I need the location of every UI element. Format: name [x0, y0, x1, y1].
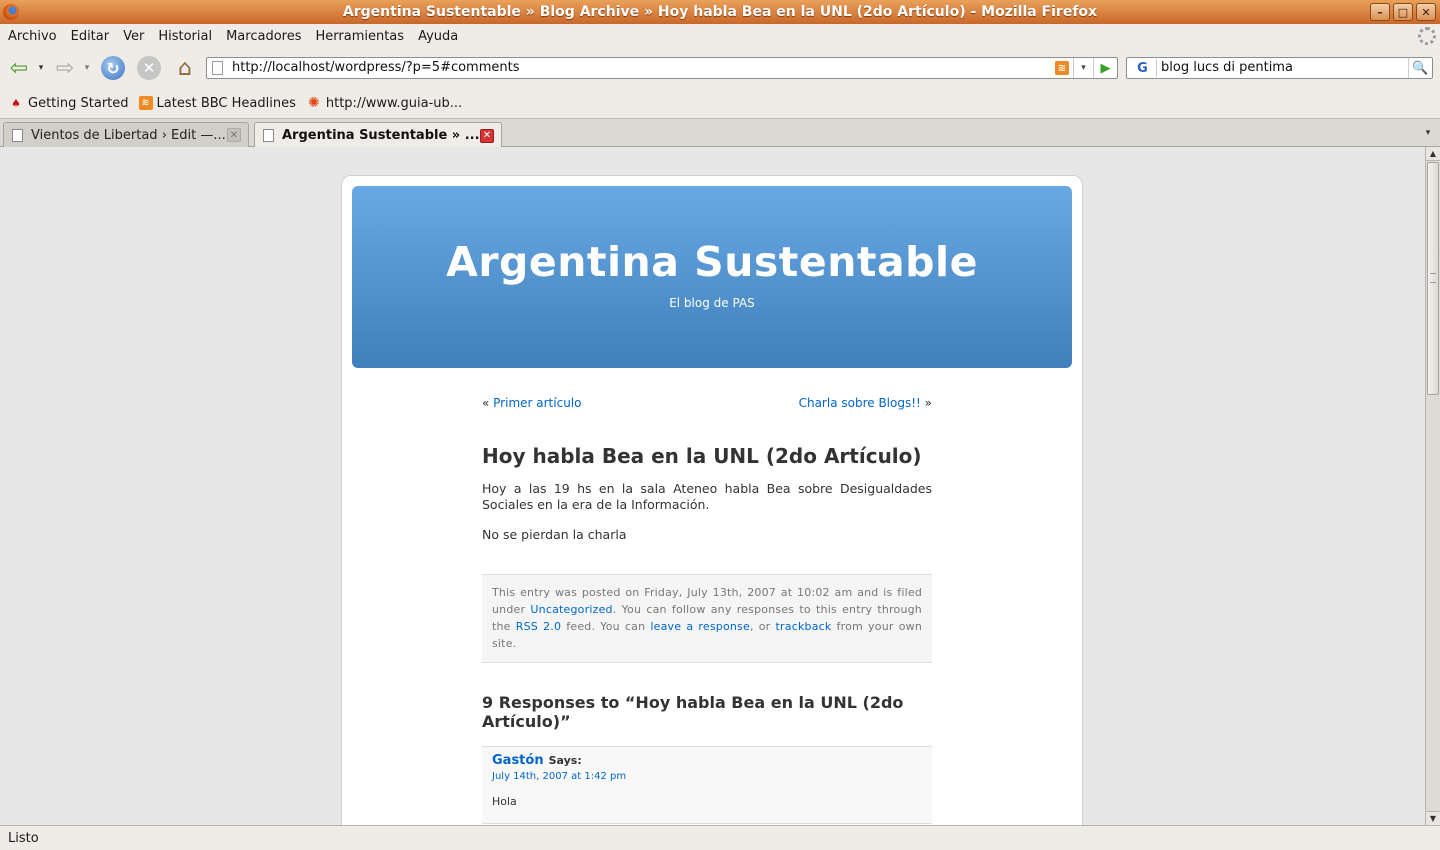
meta-text: , or	[749, 620, 776, 633]
url-history-dropdown[interactable]: ▾	[1073, 58, 1093, 78]
bookmark-bbc-headlines[interactable]: ≋ Latest BBC Headlines	[138, 95, 296, 111]
leave-response-link[interactable]: leave a response	[650, 620, 750, 633]
search-bar[interactable]: G blog lucs di pentima 🔍	[1126, 57, 1433, 79]
tab-label: Vientos de Libertad › Edit —...	[31, 127, 226, 143]
home-button[interactable]: ⌂	[172, 55, 198, 81]
minimize-button[interactable]: –	[1370, 3, 1390, 21]
comment-author-link[interactable]: Gastón	[492, 753, 544, 768]
status-bar: Listo	[0, 825, 1440, 850]
page-icon	[12, 128, 23, 142]
bookmark-label: Latest BBC Headlines	[156, 95, 296, 111]
url-input[interactable]: http://localhost/wordpress/?p=5#comments	[232, 60, 520, 75]
search-icon[interactable]: 🔍	[1408, 58, 1432, 78]
rss-feed-icon[interactable]: ≋	[1055, 61, 1069, 75]
maximize-button[interactable]: □	[1393, 3, 1413, 21]
window-controls: – □ ✕	[1370, 3, 1436, 21]
close-tab-icon[interactable]: ✕	[480, 128, 494, 143]
scroll-thumb[interactable]	[1427, 162, 1439, 395]
blog-description: El blog de PAS	[669, 296, 755, 310]
status-text: Listo	[8, 830, 39, 846]
firefox-logo-icon	[3, 4, 19, 20]
back-button[interactable]: ⇦	[6, 55, 32, 81]
ubuntu-icon: ✺	[308, 95, 320, 111]
redhat-icon: ♠	[11, 96, 21, 110]
page-icon	[212, 61, 223, 75]
forward-history-dropdown[interactable]: ▾	[80, 55, 94, 81]
menu-historial[interactable]: Historial	[151, 29, 219, 44]
menu-editar[interactable]: Editar	[64, 29, 117, 44]
comments-heading: 9 Responses to “Hoy habla Bea en la UNL …	[482, 693, 904, 731]
menu-bar: Archivo Editar Ver Historial Marcadores …	[0, 24, 1440, 48]
tab-list-dropdown[interactable]: ▾	[1420, 124, 1436, 142]
comment-item: Gastón Says: July 14th, 2007 at 1:42 pm …	[482, 746, 932, 824]
comment-says: Says:	[548, 754, 582, 767]
blog-title[interactable]: Argentina Sustentable	[352, 238, 1072, 286]
bookmark-guia-ubuntu[interactable]: ✺ http://www.guia-ub...	[306, 95, 463, 111]
next-post-label[interactable]: Charla sobre Blogs!!	[799, 396, 921, 410]
post-title: Hoy habla Bea en la UNL (2do Artículo)	[482, 444, 922, 468]
blog-page: Argentina Sustentable El blog de PAS « P…	[341, 175, 1083, 825]
tab-label: Argentina Sustentable » ...	[282, 128, 480, 143]
reload-icon: ↻	[101, 56, 125, 80]
menu-ver[interactable]: Ver	[116, 29, 151, 44]
stop-button[interactable]: ✕	[136, 55, 162, 81]
back-history-dropdown[interactable]: ▾	[34, 55, 48, 81]
bookmark-label: Getting Started	[28, 95, 129, 111]
post-metadata: This entry was posted on Friday, July 13…	[482, 574, 932, 663]
throbber-icon	[1418, 27, 1436, 45]
bookmark-getting-started[interactable]: ♠ Getting Started	[8, 95, 129, 111]
menu-ayuda[interactable]: Ayuda	[411, 29, 465, 44]
reload-button[interactable]: ↻	[100, 55, 126, 81]
previous-post-link[interactable]: « Primer artículo	[482, 396, 581, 410]
page-viewport: Argentina Sustentable El blog de PAS « P…	[0, 147, 1425, 825]
tab-bar: Vientos de Libertad › Edit —... ✕ Argent…	[0, 118, 1440, 148]
comment-header: Gastón Says:	[492, 753, 922, 768]
forward-button[interactable]: ⇨	[52, 55, 78, 81]
close-tab-icon[interactable]: ✕	[227, 128, 241, 142]
go-button[interactable]: ▶	[1093, 58, 1117, 78]
url-bar[interactable]: http://localhost/wordpress/?p=5#comments…	[206, 57, 1118, 79]
comment-text: Hola	[492, 795, 517, 808]
bookmark-label: http://www.guia-ub...	[325, 95, 463, 111]
comment-date-link[interactable]: July 14th, 2007 at 1:42 pm	[492, 771, 922, 782]
page-icon	[263, 129, 274, 142]
prev-quote: «	[482, 396, 494, 410]
menu-marcadores[interactable]: Marcadores	[219, 29, 308, 44]
trackback-link[interactable]: trackback	[776, 620, 832, 633]
bookmarks-toolbar: ♠ Getting Started ≋ Latest BBC Headlines…	[0, 88, 1440, 118]
rss-icon: ≋	[138, 96, 153, 110]
post-navigation: « Primer artículo Charla sobre Blogs!! »	[482, 396, 932, 416]
blog-header[interactable]: Argentina Sustentable El blog de PAS	[352, 186, 1072, 368]
post-body: Hoy a las 19 hs en la sala Ateneo habla …	[482, 481, 932, 543]
post-content: « Primer artículo Charla sobre Blogs!! »…	[482, 396, 932, 824]
category-link[interactable]: Uncategorized	[530, 603, 612, 616]
stop-icon: ✕	[137, 56, 161, 80]
vertical-scrollbar[interactable]: ▲ ▼	[1425, 147, 1440, 825]
next-quote: »	[920, 396, 932, 410]
post-paragraph: Hoy a las 19 hs en la sala Ateneo habla …	[482, 481, 932, 512]
post-paragraph: No se pierdan la charla	[482, 527, 627, 542]
scroll-grip	[1430, 273, 1436, 283]
meta-text: feed. You can	[561, 620, 651, 633]
tab-argentina-sustentable[interactable]: Argentina Sustentable » ... ✕	[254, 122, 502, 148]
menu-herramientas[interactable]: Herramientas	[309, 29, 412, 44]
close-window-button[interactable]: ✕	[1416, 3, 1436, 21]
tab-vientos-de-libertad[interactable]: Vientos de Libertad › Edit —... ✕	[3, 122, 249, 147]
rss-feed-link[interactable]: RSS 2.0	[516, 620, 561, 633]
scroll-up-button[interactable]: ▲	[1426, 147, 1440, 161]
window-titlebar: Argentina Sustentable » Blog Archive » H…	[0, 0, 1440, 24]
previous-post-label[interactable]: Primer artículo	[493, 396, 581, 410]
menu-archivo[interactable]: Archivo	[1, 29, 64, 44]
search-engine-selector[interactable]: G	[1129, 59, 1157, 77]
next-post-link[interactable]: Charla sobre Blogs!! »	[799, 396, 932, 410]
window-title: Argentina Sustentable » Blog Archive » H…	[342, 4, 1098, 20]
scroll-down-button[interactable]: ▼	[1426, 811, 1440, 825]
search-input[interactable]: blog lucs di pentima	[1161, 60, 1293, 75]
